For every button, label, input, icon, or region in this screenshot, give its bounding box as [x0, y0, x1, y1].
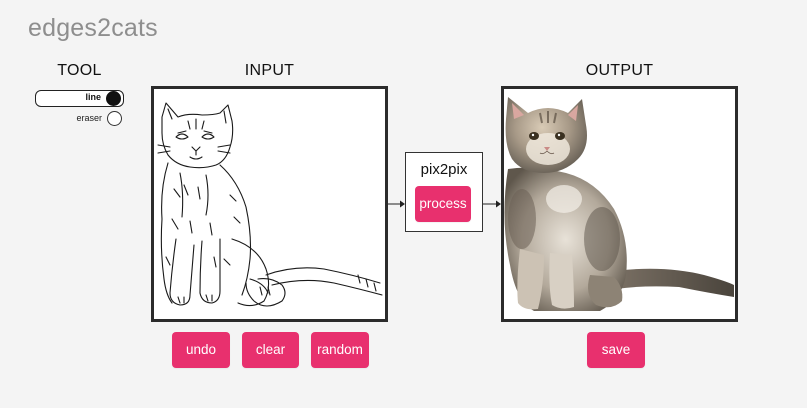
input-canvas[interactable] — [151, 86, 388, 322]
arrow-right-icon — [483, 200, 501, 208]
save-button[interactable]: save — [587, 332, 645, 368]
tool-eraser-radio-icon[interactable] — [107, 111, 122, 126]
process-button[interactable]: process — [415, 186, 471, 222]
tool-heading: TOOL — [57, 62, 102, 79]
output-image — [501, 86, 738, 322]
tool-option-eraser[interactable]: eraser — [35, 110, 124, 127]
random-button[interactable]: random — [311, 332, 369, 368]
tool-option-eraser-label: eraser — [76, 113, 102, 123]
tool-option-line[interactable]: line — [35, 90, 124, 107]
tool-line-radio-icon[interactable] — [106, 91, 121, 106]
input-heading: INPUT — [244, 62, 295, 79]
undo-button[interactable]: undo — [172, 332, 230, 368]
tool-option-line-label: line — [85, 92, 101, 102]
clear-button[interactable]: clear — [242, 332, 299, 368]
kitten-photo-icon — [504, 97, 734, 311]
pix2pix-box: pix2pix process — [405, 152, 483, 232]
output-heading: OUTPUT — [585, 62, 654, 79]
cat-edge-sketch-icon — [157, 102, 383, 307]
app-title: edges2cats — [28, 14, 158, 42]
pix2pix-label: pix2pix — [420, 161, 468, 178]
arrow-right-icon — [388, 200, 405, 208]
